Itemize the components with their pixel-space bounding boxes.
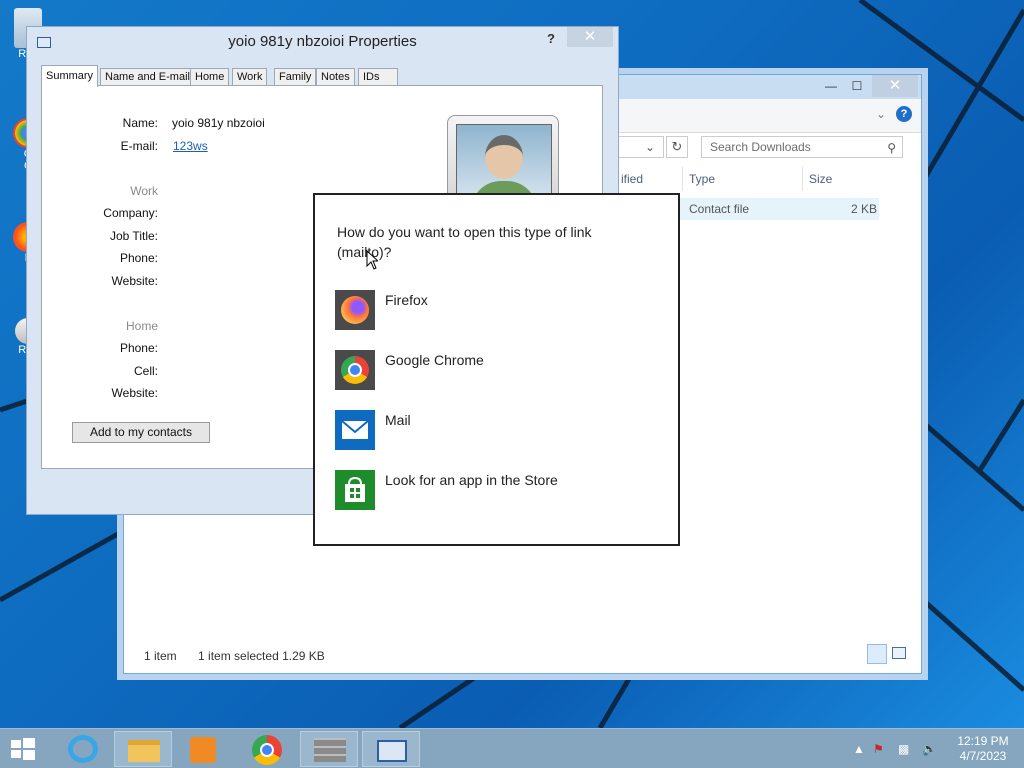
help-button[interactable]: ? [547,31,555,46]
column-date-modified[interactable]: ified [621,172,643,186]
option-firefox[interactable]: Firefox [335,290,655,332]
contact-card-icon [377,740,407,762]
taskbar: ▲ ⚑ ▩ 🔈 12:19 PM 4/7/2023 [0,728,1024,768]
chevron-down-icon[interactable]: ⌄ [876,107,886,121]
home-website-label: Website: [111,386,158,400]
large-icons-view-button[interactable] [892,647,906,659]
chrome-icon [335,350,375,390]
column-size[interactable]: Size [809,172,832,186]
selection-info: 1 item selected 1.29 KB [198,649,325,663]
maximize-button[interactable]: ☐ [844,75,870,97]
option-google-chrome[interactable]: Google Chrome [335,350,655,392]
clock-time: 12:19 PM [957,734,1009,748]
internet-explorer-icon [68,735,98,763]
option-store[interactable]: Look for an app in the Store [335,470,655,512]
search-input[interactable]: Search Downloads ⚲ [701,136,903,158]
option-mail[interactable]: Mail [335,410,655,452]
show-hidden-icons-button[interactable]: ▲ [853,742,865,756]
start-button[interactable] [0,731,46,767]
contacts-taskbar-button[interactable] [362,731,420,767]
volume-muted-icon[interactable]: 🔈 [922,742,937,756]
job-title-label: Job Title: [109,229,158,243]
chevron-down-icon[interactable]: ⌄ [645,140,655,154]
address-bar[interactable]: ⌄ [619,136,664,158]
tab-summary[interactable]: Summary [41,65,99,87]
work-group-heading: Work [130,184,158,198]
mail-icon [335,410,375,450]
firewall-taskbar-button[interactable] [300,731,358,767]
search-placeholder: Search Downloads [710,140,811,154]
file-type-cell: Contact file [689,202,750,216]
option-label: Mail [385,412,411,428]
desktop: Rec G C F Rec — ☐ ✕ ⌄ ? ⌄ ↻ Search Downl… [0,0,1024,728]
status-bar: 1 item 1 item selected 1.29 KB [144,649,325,663]
email-link[interactable]: 123ws [173,139,208,153]
mouse-cursor-icon [366,250,378,270]
email-label: E-mail: [120,139,158,153]
store-icon [335,470,375,510]
minimize-button[interactable]: — [818,75,844,97]
close-button[interactable]: ✕ [872,75,918,97]
internet-explorer-taskbar-button[interactable] [54,731,112,767]
chrome-taskbar-button[interactable] [238,731,296,767]
name-label: Name: [122,116,158,130]
window-title: yoio 981y nbzoioi Properties [228,33,417,50]
brick-wall-icon [314,738,346,762]
search-icon: ⚲ [887,141,896,155]
envelope-icon [341,420,369,439]
name-value: yoio 981y nbzoioi [172,116,265,130]
company-label: Company: [103,206,158,220]
action-center-flag-icon[interactable]: ⚑ [873,742,884,756]
home-phone-label: Phone: [119,341,158,355]
clock-date: 4/7/2023 [959,749,1007,763]
open-with-dialog: How do you want to open this type of lin… [313,193,680,546]
close-button[interactable]: ✕ [567,27,613,47]
home-group-heading: Home [125,319,158,333]
media-player-icon [190,737,216,763]
details-view-button[interactable] [867,644,887,664]
work-website-label: Website: [111,274,158,288]
folder-icon [128,740,160,762]
file-explorer-taskbar-button[interactable] [114,731,172,767]
item-count: 1 item [144,649,177,663]
windows-logo-icon [11,738,35,760]
shopping-bag-icon [345,476,365,502]
option-label: Firefox [385,292,428,308]
contact-picture[interactable] [447,115,559,205]
dialog-question: How do you want to open this type of lin… [337,224,592,260]
option-label: Look for an app in the Store [385,472,558,488]
network-icon[interactable]: ▩ [898,742,909,756]
firefox-icon [335,290,375,330]
clock[interactable]: 12:19 PM 4/7/2023 [950,734,1016,764]
work-phone-label: Phone: [119,251,158,265]
media-player-taskbar-button[interactable] [174,731,232,767]
option-label: Google Chrome [385,352,484,368]
file-size-cell: 2 KB [851,202,878,216]
help-icon[interactable]: ? [896,106,912,122]
cell-label: Cell: [133,364,158,378]
avatar-icon [456,124,552,204]
column-type[interactable]: Type [689,172,715,186]
add-to-contacts-button[interactable]: Add to my contacts [72,422,210,443]
refresh-button[interactable]: ↻ [666,136,688,158]
